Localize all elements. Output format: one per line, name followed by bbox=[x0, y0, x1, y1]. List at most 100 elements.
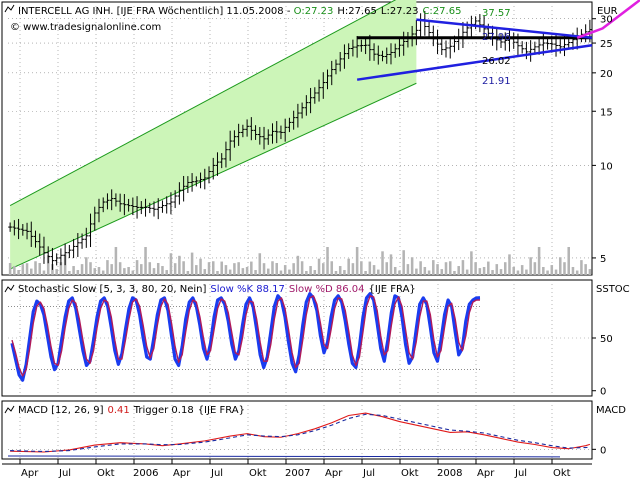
volume-bar bbox=[393, 267, 397, 275]
volume-bar bbox=[558, 257, 562, 275]
x-tick-label: Okt bbox=[401, 468, 419, 479]
volume-bar bbox=[8, 263, 12, 275]
title-name: INTERCELL AG INH. [IJE FRA Wöchentlich] … bbox=[18, 6, 284, 17]
volume-bar bbox=[190, 252, 194, 275]
volume-bar bbox=[245, 267, 249, 275]
volume-bar bbox=[127, 267, 130, 275]
volume-bar bbox=[440, 269, 444, 275]
volume-bar bbox=[537, 247, 541, 275]
volume-bar bbox=[436, 264, 439, 275]
title-open: O:27.23 bbox=[294, 6, 334, 17]
volume-bar bbox=[453, 271, 456, 275]
volume-bar bbox=[343, 270, 346, 275]
stochastic-axis-unit: SSTOC bbox=[596, 284, 630, 295]
x-tick-label: Jul bbox=[514, 468, 527, 479]
macd-title: MACD [12, 26, 9] bbox=[18, 405, 104, 416]
volume-bar bbox=[550, 265, 554, 275]
volume-bar bbox=[288, 269, 291, 275]
volume-bar bbox=[93, 268, 97, 275]
volume-bar bbox=[186, 271, 190, 275]
volume-bar bbox=[72, 266, 75, 275]
volume-bar bbox=[503, 262, 507, 275]
volume-bar bbox=[254, 270, 257, 275]
x-tick-label: Apr bbox=[477, 468, 495, 479]
volume-bar bbox=[305, 271, 308, 275]
volume-bar bbox=[309, 266, 312, 275]
volume-bar bbox=[461, 260, 465, 275]
volume-bar bbox=[34, 261, 37, 275]
volume-bar bbox=[360, 261, 363, 275]
stoch-suffix: {IJE FRA} bbox=[369, 284, 416, 295]
volume-bar bbox=[207, 262, 211, 275]
volume-bar bbox=[457, 266, 460, 275]
volume-bar bbox=[571, 267, 575, 275]
volume-bar bbox=[114, 247, 118, 275]
macd-trigger-label: Trigger 0.18 bbox=[133, 405, 194, 416]
annotation-channel-top: 37.57 bbox=[482, 8, 511, 19]
volume-bar bbox=[80, 264, 84, 275]
volume-bar bbox=[487, 261, 490, 275]
volume-bar bbox=[567, 247, 570, 275]
volume-bar bbox=[106, 260, 109, 275]
volume-bar bbox=[423, 267, 427, 275]
volume-bar bbox=[410, 257, 414, 275]
volume-bar bbox=[415, 268, 418, 275]
x-tick-label: Jul bbox=[58, 468, 71, 479]
volume-bar bbox=[21, 264, 25, 275]
stoch-d-label: Slow %D 86.04 bbox=[289, 284, 365, 295]
volume-bar bbox=[317, 258, 321, 275]
volume-bar bbox=[292, 263, 295, 275]
volume-bar bbox=[258, 253, 262, 275]
price-tick-label: 5 bbox=[600, 254, 606, 265]
x-tick-label: 2007 bbox=[285, 468, 310, 479]
volume-bar bbox=[173, 263, 177, 275]
x-tick-label: Okt bbox=[249, 468, 267, 479]
volume-bar bbox=[123, 268, 126, 275]
x-tick-label: Apr bbox=[21, 468, 39, 479]
volume-bar bbox=[364, 271, 367, 275]
volume-bar bbox=[427, 270, 431, 275]
volume-bar bbox=[402, 250, 405, 275]
volume-bar bbox=[482, 267, 486, 275]
volume-bar bbox=[25, 263, 29, 275]
volume-bar bbox=[554, 269, 558, 275]
volume-bar bbox=[516, 270, 520, 275]
volume-bar bbox=[432, 260, 435, 275]
volume-bar bbox=[275, 263, 278, 275]
volume-bar bbox=[271, 261, 274, 275]
price-tick-label: 15 bbox=[600, 107, 613, 118]
volume-bar bbox=[216, 271, 219, 275]
volume-bar bbox=[326, 247, 329, 275]
volume-bar bbox=[241, 268, 245, 275]
volume-bar bbox=[266, 268, 270, 275]
volume-bar bbox=[313, 270, 317, 275]
volume-bar bbox=[389, 254, 393, 275]
macd-value-label: 0.41 bbox=[107, 405, 129, 416]
stoch-k-label: Slow %K 88.17 bbox=[210, 284, 284, 295]
volume-bar bbox=[144, 247, 147, 275]
volume-bar bbox=[178, 255, 181, 275]
volume-bar bbox=[419, 261, 422, 275]
volume-bar bbox=[30, 268, 33, 275]
volume-bar bbox=[283, 265, 287, 275]
volume-bar bbox=[228, 269, 232, 275]
macd-suffix: {IJE FRA} bbox=[198, 405, 245, 416]
stock-chart: 510152025300500Apr Jul Okt 2006 Apr Jul Okt 200… bbox=[0, 0, 640, 480]
stoch-title: Stochastic Slow [5, 3, 3, 80, 20, Nein] bbox=[18, 284, 207, 295]
x-tick-label: Apr bbox=[173, 468, 191, 479]
volume-bar bbox=[512, 267, 515, 275]
volume-bar bbox=[322, 263, 325, 275]
volume-bar bbox=[372, 265, 376, 275]
volume-bar bbox=[68, 271, 71, 275]
volume-bar bbox=[76, 270, 80, 275]
svg-text:Stochastic Slow [5, 3, 3, 80,: Stochastic Slow [5, 3, 3, 80, 20, Nein] S… bbox=[18, 284, 416, 295]
volume-bar bbox=[377, 269, 380, 275]
volume-bar bbox=[250, 261, 253, 275]
volume-bar bbox=[101, 270, 105, 275]
price-panel-title: INTERCELL AG INH. [IJE FRA Wöchentlich] … bbox=[4, 4, 461, 17]
volume-bar bbox=[169, 253, 173, 275]
volume-bar bbox=[148, 262, 152, 275]
volume-bar bbox=[563, 262, 566, 275]
volume-bar bbox=[140, 264, 143, 275]
volume-bar bbox=[279, 270, 283, 275]
